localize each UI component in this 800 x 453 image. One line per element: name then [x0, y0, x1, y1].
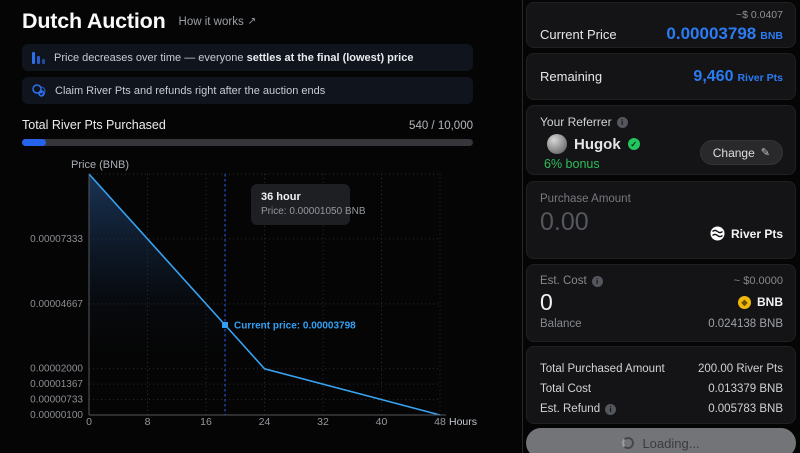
- summary-value: 0.013379 BNB: [708, 383, 783, 395]
- est-cost-value: 0: [540, 289, 553, 315]
- est-cost-usd: ~ $0.0000: [734, 275, 783, 287]
- referrer-bonus: 6% bonus: [544, 157, 640, 171]
- summary-row: Total Cost 0.013379 BNB: [540, 379, 783, 399]
- purchase-panel: ~$ 0.0407 Current Price 0.00003798 BNB Re…: [522, 0, 798, 453]
- summary-row: Total Purchased Amount 200.00 River Pts: [540, 359, 783, 379]
- bar-chart-icon: [32, 52, 45, 64]
- remaining-label: Remaining: [540, 69, 602, 84]
- banner-text: Claim River Pts and refunds right after …: [55, 85, 325, 97]
- svg-text:Hours: Hours: [449, 416, 477, 428]
- svg-text:40: 40: [376, 416, 388, 428]
- progress-count: 540 / 10,000: [409, 120, 473, 132]
- svg-text:0.00000100: 0.00000100: [30, 410, 83, 421]
- svg-text:0.00000733: 0.00000733: [30, 395, 83, 406]
- referrer-identity: Hugok ✓ 6% bonus: [547, 134, 640, 171]
- summary-label-group: Est. Refund i: [540, 403, 616, 415]
- svg-text:0.00002000: 0.00002000: [30, 364, 83, 375]
- remaining-unit: River Pts: [737, 72, 783, 84]
- chart-tooltip: 36 hour Price: 0.00001050 BNB: [251, 184, 350, 225]
- summary-row: Est. Refund i 0.005783 BNB: [540, 399, 783, 419]
- svg-text:16: 16: [200, 416, 212, 428]
- svg-text:48: 48: [434, 416, 446, 428]
- bnb-icon: ◆: [738, 296, 751, 309]
- remaining-card: Remaining 9,460 River Pts: [526, 53, 796, 100]
- banner-text: Price decreases over time — everyone set…: [54, 52, 413, 64]
- how-it-works-label: How it works: [179, 16, 244, 28]
- est-cost-label: Est. Cost: [540, 275, 587, 287]
- change-referrer-button[interactable]: Change ✎: [700, 140, 783, 165]
- balance-value: 0.024138 BNB: [708, 318, 783, 330]
- svg-text:0: 0: [86, 416, 92, 428]
- summary-label: Total Cost: [540, 383, 591, 395]
- header: Dutch Auction How it works ↗: [22, 9, 473, 34]
- summary-label: Est. Refund: [540, 403, 600, 415]
- progress-bar: [22, 139, 473, 146]
- svg-text:32: 32: [317, 416, 329, 428]
- summary-value: 200.00 River Pts: [698, 363, 783, 375]
- page-title: Dutch Auction: [22, 9, 166, 34]
- est-cost-card: Est. Cost i ~ $0.0000 0 ◆ BNB Balance 0.…: [526, 264, 796, 342]
- bnb-chip: ◆ BNB: [738, 295, 783, 309]
- svg-text:Current price: 0.00003798: Current price: 0.00003798: [234, 320, 356, 331]
- auction-section: Dutch Auction How it works ↗ Price decre…: [22, 0, 473, 146]
- spinner-icon: [622, 437, 634, 449]
- summary-card: Total Purchased Amount 200.00 River Pts …: [526, 346, 796, 424]
- balance-label: Balance: [540, 318, 582, 330]
- purchase-amount-label: Purchase Amount: [540, 193, 710, 205]
- verified-badge-icon: ✓: [628, 138, 640, 150]
- progress-label: Total River Pts Purchased: [22, 118, 166, 132]
- price-chart: 0.00007333 0.00004667 0.00002000 0.00001367…: [0, 148, 510, 453]
- remaining-value: 9,460: [693, 68, 733, 85]
- est-cost-label-group: Est. Cost i: [540, 275, 603, 287]
- purchase-amount-input[interactable]: [540, 208, 680, 237]
- river-pts-label: River Pts: [731, 227, 783, 241]
- current-price-label: Current Price: [540, 27, 617, 42]
- coins-icon: [32, 84, 46, 97]
- referrer-card: Your Referrer i Hugok ✓ 6% bonus Change …: [526, 105, 796, 175]
- svg-text:24: 24: [259, 416, 271, 428]
- change-button-label: Change: [713, 146, 755, 160]
- info-icon[interactable]: i: [617, 117, 628, 128]
- svg-text:0.00001367: 0.00001367: [30, 379, 83, 390]
- progress-bar-fill: [22, 139, 46, 146]
- info-banner-price: Price decreases over time — everyone set…: [22, 44, 473, 71]
- current-price-value: 0.00003798: [666, 24, 756, 43]
- pencil-icon: ✎: [761, 146, 770, 159]
- current-price-usd: ~$ 0.0407: [540, 8, 783, 22]
- svg-text:0.00007333: 0.00007333: [30, 234, 83, 245]
- how-it-works-link[interactable]: How it works ↗: [179, 16, 257, 28]
- current-price-unit: BNB: [760, 30, 783, 42]
- river-pts-icon: [710, 226, 725, 241]
- info-icon[interactable]: i: [605, 404, 616, 415]
- loading-button-label: Loading...: [642, 436, 699, 451]
- tooltip-price: Price: 0.00001050 BNB: [261, 206, 340, 217]
- referrer-header: Your Referrer i: [540, 115, 783, 129]
- info-banner-claim: Claim River Pts and refunds right after …: [22, 77, 473, 104]
- loading-button[interactable]: Loading...: [526, 428, 796, 453]
- price-chart-svg: 0.00007333 0.00004667 0.00002000 0.00001367…: [0, 148, 500, 448]
- referrer-label: Your Referrer: [540, 115, 612, 129]
- current-price-card: ~$ 0.0407 Current Price 0.00003798 BNB: [526, 2, 796, 48]
- progress-header: Total River Pts Purchased 540 / 10,000: [22, 118, 473, 132]
- svg-text:Price (BNB): Price (BNB): [71, 159, 129, 171]
- summary-value: 0.005783 BNB: [708, 403, 783, 415]
- current-price-value-group: 0.00003798 BNB: [666, 24, 783, 44]
- purchase-amount-card: Purchase Amount River Pts: [526, 181, 796, 259]
- info-icon[interactable]: i: [592, 276, 603, 287]
- tooltip-title: 36 hour: [261, 191, 340, 203]
- bnb-label: BNB: [757, 295, 783, 309]
- svg-text:0.00004667: 0.00004667: [30, 299, 83, 310]
- svg-text:8: 8: [145, 416, 151, 428]
- referrer-avatar: [547, 134, 567, 154]
- summary-label: Total Purchased Amount: [540, 363, 665, 375]
- external-link-icon: ↗: [248, 16, 256, 27]
- river-pts-chip: River Pts: [710, 226, 783, 241]
- remaining-value-group: 9,460 River Pts: [693, 68, 783, 86]
- referrer-name: Hugok: [574, 136, 621, 153]
